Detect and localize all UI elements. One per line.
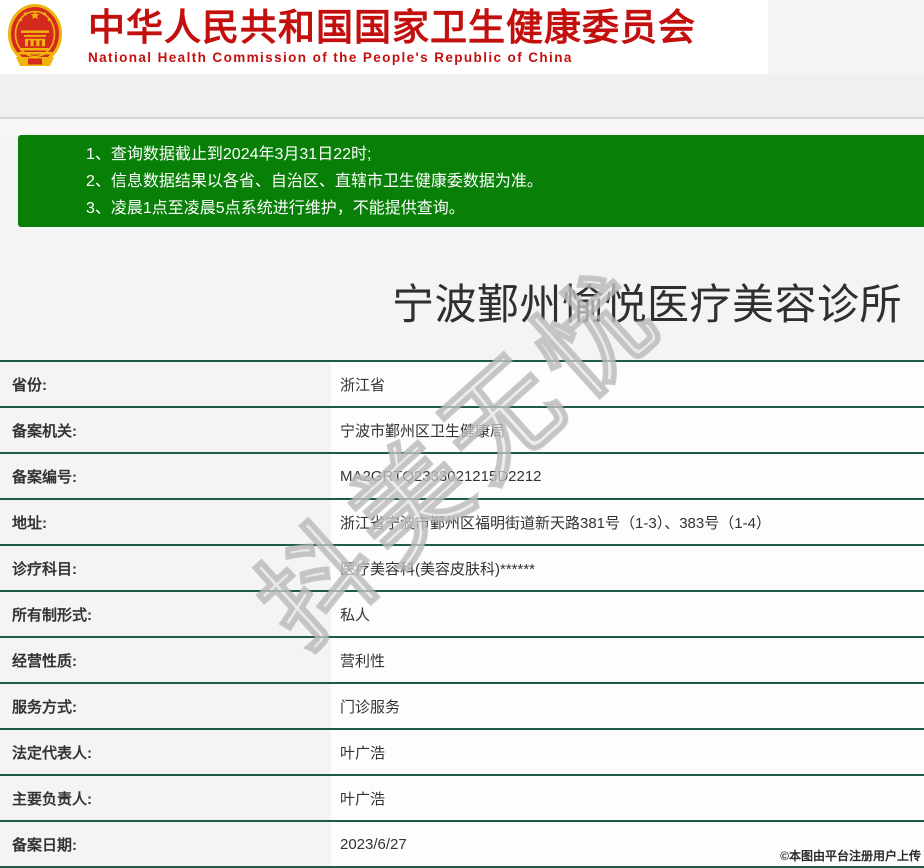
table-row-business-nature: 经营性质: 营利性 [0, 638, 924, 684]
notice-line-3: 3、凌晨1点至凌晨5点系统进行维护，不能提供查询。 [86, 199, 465, 217]
row-value: 叶广浩 [331, 730, 924, 774]
row-value: 门诊服务 [331, 684, 924, 728]
row-value: 叶广浩 [331, 776, 924, 820]
table-row-province: 省份: 浙江省 [0, 362, 924, 408]
row-value: 医疗美容科(美容皮肤科)****** [331, 546, 924, 590]
row-label: 服务方式: [0, 684, 331, 728]
row-label: 备案机关: [0, 408, 331, 452]
notice-line-1: 1、查询数据截止到2024年3月31日22时; [86, 145, 372, 163]
site-title-cn: 中华人民共和国国家卫生健康委员会 [88, 7, 696, 48]
org-name: 宁波鄞州愉悦医疗美容诊所 [391, 281, 902, 328]
upload-copyright-note: ©本图由平台注册用户上传 [780, 849, 921, 863]
row-value: 私人 [331, 592, 924, 636]
row-value: 浙江省宁波市鄞州区福明街道新天路381号（1-3）、383号（1-4） [331, 500, 924, 544]
table-row-address: 地址: 浙江省宁波市鄞州区福明街道新天路381号（1-3）、383号（1-4） [0, 500, 924, 546]
record-table: 省份: 浙江省 备案机关: 宁波市鄞州区卫生健康局 备案编号: MA2GRTQ2… [0, 360, 924, 868]
row-label: 省份: [0, 362, 331, 406]
row-label: 备案编号: [0, 454, 331, 498]
table-row-service-mode: 服务方式: 门诊服务 [0, 684, 924, 730]
china-national-emblem-icon [8, 4, 62, 66]
site-header: 中华人民共和国国家卫生健康委员会 National Health Commiss… [0, 0, 768, 74]
table-row-ownership: 所有制形式: 私人 [0, 592, 924, 638]
site-title-en: National Health Commission of the People… [88, 50, 573, 65]
row-label: 备案日期: [0, 822, 331, 866]
table-row-principal: 主要负责人: 叶广浩 [0, 776, 924, 822]
table-row-filing-authority: 备案机关: 宁波市鄞州区卫生健康局 [0, 408, 924, 454]
header-titles: 中华人民共和国国家卫生健康委员会 National Health Commiss… [88, 7, 696, 67]
header-divider-band [0, 74, 924, 119]
table-row-filing-number: 备案编号: MA2GRTQ2333021215D2212 [0, 454, 924, 500]
org-title-section: 宁波鄞州愉悦医疗美容诊所 [0, 227, 924, 360]
row-value: 宁波市鄞州区卫生健康局 [331, 408, 924, 452]
notice-line-2: 2、信息数据结果以各省、自治区、直辖市卫生健康委数据为准。 [86, 172, 543, 190]
table-row-legal-representative: 法定代表人: 叶广浩 [0, 730, 924, 776]
row-label: 所有制形式: [0, 592, 331, 636]
row-value: 浙江省 [331, 362, 924, 406]
row-label: 诊疗科目: [0, 546, 331, 590]
row-label: 经营性质: [0, 638, 331, 682]
row-label: 法定代表人: [0, 730, 331, 774]
table-row-medical-subjects: 诊疗科目: 医疗美容科(美容皮肤科)****** [0, 546, 924, 592]
notice-box: 1、查询数据截止到2024年3月31日22时; 2、信息数据结果以各省、自治区、… [18, 135, 924, 227]
row-label: 主要负责人: [0, 776, 331, 820]
header-sub-band [0, 119, 924, 135]
row-value: 营利性 [331, 638, 924, 682]
row-value: MA2GRTQ2333021215D2212 [331, 454, 924, 498]
row-label: 地址: [0, 500, 331, 544]
